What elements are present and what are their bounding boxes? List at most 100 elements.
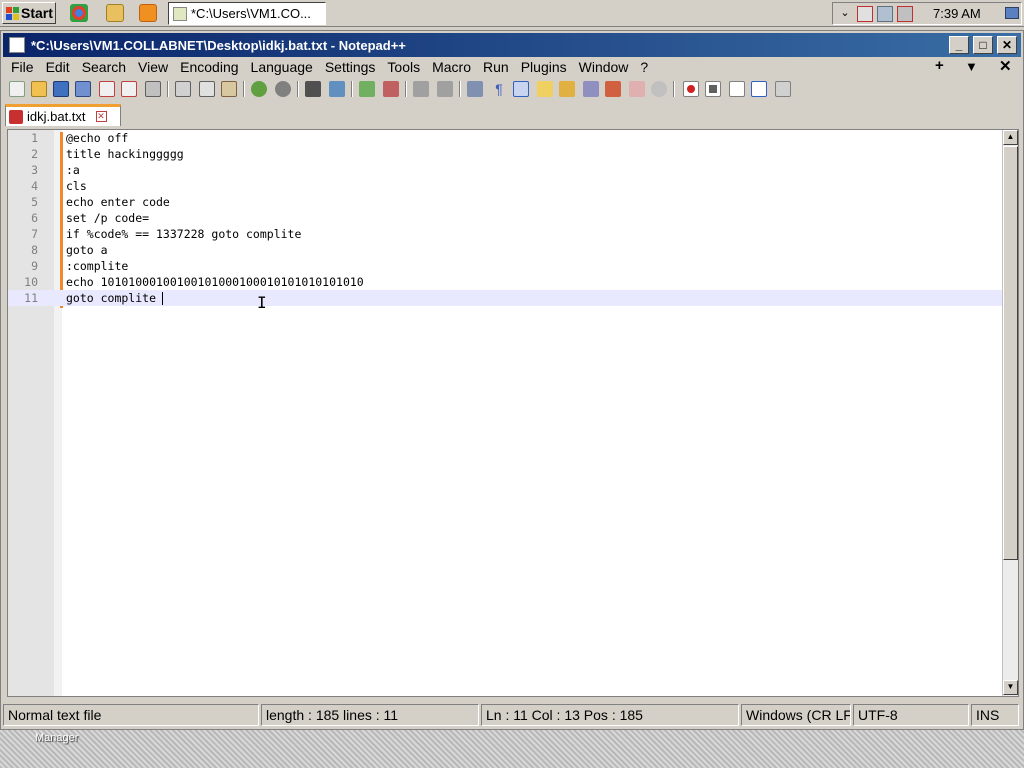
- code-line[interactable]: 4 cls: [8, 178, 1002, 194]
- monitoring-icon[interactable]: [629, 81, 645, 97]
- stop-macro-icon[interactable]: [705, 81, 721, 97]
- redo-icon[interactable]: [275, 81, 291, 97]
- menu-window[interactable]: Window: [573, 59, 635, 75]
- taskbar-notepadpp-button[interactable]: *C:\Users\VM1.CO...: [168, 2, 326, 25]
- menu-file[interactable]: File: [3, 59, 40, 75]
- menu-macro[interactable]: Macro: [426, 59, 477, 75]
- line-text: goto a: [66, 243, 108, 257]
- code-line[interactable]: 8 goto a: [8, 242, 1002, 258]
- preview-eye-icon[interactable]: [651, 81, 667, 97]
- menu-run[interactable]: Run: [477, 59, 515, 75]
- scroll-up-icon[interactable]: ▲: [1003, 130, 1018, 145]
- run-macro-multiple-icon[interactable]: [751, 81, 767, 97]
- line-number: 6: [31, 211, 38, 225]
- copy-icon[interactable]: [199, 81, 215, 97]
- status-encoding[interactable]: UTF-8: [853, 704, 969, 726]
- function-list-icon[interactable]: [583, 81, 599, 97]
- code-line[interactable]: 3:a: [8, 162, 1002, 178]
- close-file-icon[interactable]: [99, 81, 115, 97]
- show-all-chars-icon[interactable]: ¶: [491, 81, 507, 97]
- code-line[interactable]: 7 if %code% == 1337228 goto complite: [8, 226, 1002, 242]
- new-tab-plus-icon[interactable]: +: [935, 57, 944, 74]
- zoom-in-icon[interactable]: [359, 81, 375, 97]
- line-text: echo enter code: [66, 195, 170, 209]
- notepadpp-icon: [9, 37, 25, 53]
- menu-search[interactable]: Search: [76, 59, 132, 75]
- show-desktop-icon[interactable]: [1005, 7, 1019, 19]
- line-text: cls: [66, 179, 87, 193]
- media-player-icon[interactable]: [139, 4, 157, 22]
- zoom-out-icon[interactable]: [383, 81, 399, 97]
- paste-icon[interactable]: [221, 81, 237, 97]
- desktop-background: Manager: [0, 730, 1024, 768]
- save-all-icon[interactable]: [75, 81, 91, 97]
- dropdown-arrow-icon[interactable]: ▼: [965, 59, 978, 74]
- word-wrap-icon[interactable]: [467, 81, 483, 97]
- line-number: 11: [24, 291, 38, 305]
- menu-view[interactable]: View: [132, 59, 174, 75]
- status-eol[interactable]: Windows (CR LF): [741, 704, 851, 726]
- security-warning-icon[interactable]: [857, 5, 873, 22]
- toolbar-separator: [405, 81, 407, 97]
- sync-vertical-icon[interactable]: [413, 81, 429, 97]
- code-line[interactable]: 9:complite: [8, 258, 1002, 274]
- code-line[interactable]: 2 title hackinggggg: [8, 146, 1002, 162]
- folder-icon[interactable]: [106, 4, 124, 22]
- vertical-scrollbar[interactable]: ▲ ▼: [1002, 130, 1018, 696]
- scroll-thumb[interactable]: [1003, 146, 1018, 560]
- menu-language[interactable]: Language: [245, 59, 319, 75]
- menu-tools[interactable]: Tools: [381, 59, 426, 75]
- replace-icon[interactable]: [329, 81, 345, 97]
- indent-guide-icon[interactable]: [513, 81, 529, 97]
- save-macro-icon[interactable]: [775, 81, 791, 97]
- chevron-down-icon[interactable]: ⌄: [837, 6, 853, 22]
- start-button[interactable]: Start: [2, 2, 56, 24]
- maximize-button[interactable]: □: [973, 36, 993, 54]
- menu-plugins[interactable]: Plugins: [515, 59, 573, 75]
- doc-map-icon[interactable]: [559, 81, 575, 97]
- new-file-icon[interactable]: [9, 81, 25, 97]
- menu-help[interactable]: ?: [634, 59, 654, 75]
- toolbar: ¶: [3, 78, 1021, 100]
- print-icon[interactable]: [145, 81, 161, 97]
- close-button[interactable]: ✕: [997, 36, 1017, 54]
- clock[interactable]: 7:39 AM: [933, 6, 981, 21]
- sync-horizontal-icon[interactable]: [437, 81, 453, 97]
- undo-icon[interactable]: [251, 81, 267, 97]
- editor-area[interactable]: 1 @echo off 2 title hackinggggg 3:a 4 cls 5…: [7, 129, 1019, 697]
- play-macro-icon[interactable]: [729, 81, 745, 97]
- line-number: 4: [31, 179, 38, 193]
- volume-muted-icon[interactable]: [897, 5, 913, 22]
- minimize-button[interactable]: _: [949, 36, 969, 54]
- desktop-icon-label[interactable]: Manager: [35, 732, 78, 744]
- toolbar-separator: [673, 81, 675, 97]
- cut-icon[interactable]: [175, 81, 191, 97]
- tab-idkj-bat[interactable]: idkj.bat.txt ✕: [5, 104, 121, 126]
- menu-edit[interactable]: Edit: [40, 59, 76, 75]
- start-label: Start: [21, 5, 53, 21]
- tab-close-icon[interactable]: ✕: [95, 111, 107, 122]
- line-number: 3: [31, 163, 38, 177]
- code-line[interactable]: 6 set /p code=: [8, 210, 1002, 226]
- scroll-down-icon[interactable]: ▼: [1003, 680, 1018, 695]
- code-line[interactable]: 1 @echo off: [8, 130, 1002, 146]
- code-line[interactable]: 5 echo enter code: [8, 194, 1002, 210]
- chrome-icon[interactable]: [70, 4, 88, 22]
- line-number: 1: [31, 131, 38, 145]
- folder-as-workspace-icon[interactable]: [605, 81, 621, 97]
- user-lang-icon[interactable]: [537, 81, 553, 97]
- menu-settings[interactable]: Settings: [319, 59, 382, 75]
- line-text: goto complite: [66, 291, 157, 305]
- save-icon[interactable]: [53, 81, 69, 97]
- close-doc-icon[interactable]: ✕: [999, 57, 1012, 75]
- find-icon[interactable]: [305, 81, 321, 97]
- code-line[interactable]: 10 echo 101010001001001010001000101010101…: [8, 274, 1002, 290]
- menu-encoding[interactable]: Encoding: [174, 59, 244, 75]
- open-file-icon[interactable]: [31, 81, 47, 97]
- line-number: 9: [31, 259, 38, 273]
- close-all-icon[interactable]: [121, 81, 137, 97]
- network-icon[interactable]: [877, 5, 893, 22]
- record-macro-icon[interactable]: [683, 81, 699, 97]
- current-code-line[interactable]: 11 goto complite: [8, 290, 1002, 306]
- title-bar[interactable]: *C:\Users\VM1.COLLABNET\Desktop\idkj.bat…: [3, 33, 1021, 57]
